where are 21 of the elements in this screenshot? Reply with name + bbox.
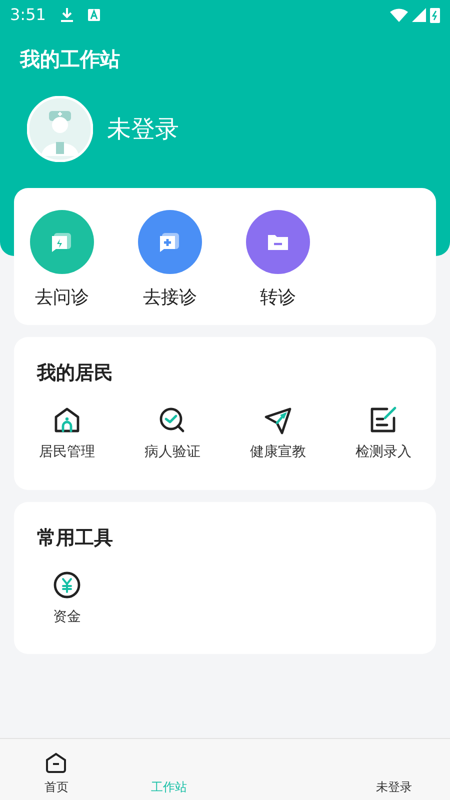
quick-action-button[interactable]: 转诊 <box>246 210 310 311</box>
app-notification-icon <box>88 9 100 21</box>
signal-icon <box>412 8 426 22</box>
battery-icon <box>430 7 440 23</box>
status-time: 3:51 <box>10 4 46 26</box>
section-title: 我的居民 <box>37 361 113 386</box>
quick-action-button[interactable]: 去问诊 <box>30 210 94 311</box>
section-title: 常用工具 <box>37 526 113 551</box>
resident-menu-item[interactable]: 居民管理 <box>14 404 120 462</box>
resident-menu-item[interactable]: 健康宣教 <box>225 404 330 462</box>
resident-menu-item[interactable]: 检测录入 <box>330 404 436 462</box>
nav-tab[interactable]: 未登录 <box>338 778 450 796</box>
quick-action-button[interactable]: 去接诊 <box>138 210 202 311</box>
tool-menu-item[interactable]: 资金 <box>14 568 120 628</box>
doctor-avatar <box>27 96 93 162</box>
page-title: 我的工作站 <box>20 46 121 73</box>
wifi-icon <box>390 8 408 22</box>
resident-menu-item[interactable]: 病人验证 <box>120 404 225 462</box>
nav-tab[interactable]: 首页 <box>0 750 112 796</box>
user-name: 未登录 <box>107 114 179 145</box>
download-icon <box>60 7 74 23</box>
